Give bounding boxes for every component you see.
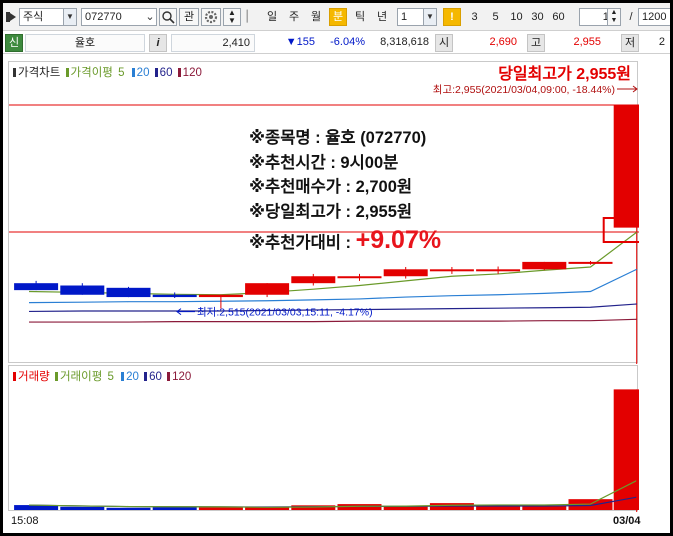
market-select-value: 주식 [23, 11, 44, 23]
volume-bar [613, 389, 639, 510]
high-price: 2,955 [573, 36, 601, 48]
candle-body [106, 287, 151, 298]
toolbar: 주식 ▼ 072770 ⌄ 관 ▲▼ ▏ 1 ▼ ! 14 ▲▼ / 1200 [3, 3, 670, 31]
reco-buy-line: ※추천매수가 : 2,700원 [249, 178, 413, 196]
updown-stepper[interactable]: ▲ ▼ [223, 8, 241, 26]
candle-body [568, 261, 613, 264]
ma120-line [29, 318, 637, 323]
max-price-annotation: 최고:2,955(2021/03/04,09:00, -18.44%) [433, 84, 615, 96]
settings-button[interactable] [201, 8, 221, 26]
interval-button-60[interactable]: 60 [549, 8, 568, 26]
current-price: 2,410 [171, 34, 255, 52]
code-value: 072770 [85, 11, 122, 23]
max-price-headline: 당일최고가 2,955원 [498, 64, 631, 83]
candle-body [245, 283, 290, 295]
period-tab-0[interactable]: 일 [263, 8, 281, 26]
reco-time-line: ※추천시간 : 9시00분 [249, 153, 399, 172]
min-price-annotation: 최저:2,515(2021/03/03,15:11, -4.17%) [197, 307, 373, 319]
reco-stock-line: ※종목명 : 율호 (072770) [249, 129, 427, 147]
time-axis-start: 15:08 [11, 515, 39, 527]
total-count-value: 1200 [642, 11, 667, 23]
interval-button-30[interactable]: 30 [528, 8, 547, 26]
volume-bar [152, 507, 197, 510]
search-button[interactable] [159, 8, 177, 26]
period-tab-2[interactable]: 월 [307, 8, 325, 26]
credit-flag: 신 [5, 34, 23, 52]
chevron-down-icon[interactable]: ▼ [423, 8, 437, 26]
count-slash: / [629, 11, 633, 23]
reco-compare-line: ※추천가대비 : +9.07% [249, 228, 441, 256]
pin-icon[interactable] [5, 9, 17, 25]
candle-body [60, 285, 105, 295]
count-stepper[interactable]: ▲ ▼ [607, 8, 621, 26]
candle-body [152, 294, 197, 298]
interval-value: 1 [401, 11, 408, 23]
trade-volume: 8,318,618 [380, 36, 429, 48]
volume-chart-pane[interactable]: 거래량 거래이평 5 20 60 120 [8, 365, 639, 512]
volume-bar [198, 507, 243, 510]
candle-body [383, 269, 428, 277]
reco-compare-label: ※추천가대비 : [249, 234, 356, 252]
reco-compare-value: +9.07% [355, 226, 442, 254]
period-tab-1[interactable]: 주 [285, 8, 303, 26]
code-dropdown-icon[interactable]: ⌄ [143, 8, 157, 26]
price-chart-pane[interactable]: 가격차트 가격이평 5 20 60 120 당일최고가 2,955원 최고:2,9… [8, 61, 639, 364]
chevron-down-icon[interactable]: ▼ [63, 8, 77, 26]
volume-bar [60, 506, 105, 510]
open-price: 2,690 [489, 36, 517, 48]
interval-button-10[interactable]: 10 [507, 8, 526, 26]
alert-toggle[interactable]: ! [443, 8, 461, 26]
candle-body [429, 269, 474, 272]
volume-bar [383, 506, 428, 510]
total-count-field: 1200 [638, 8, 670, 26]
related-button[interactable]: 관 [179, 8, 199, 26]
gear-icon [204, 10, 218, 24]
low-label: 저 [621, 34, 639, 52]
open-label: 시 [435, 34, 453, 52]
stock-name: 율호 [25, 34, 145, 52]
interval-button-5[interactable]: 5 [486, 8, 505, 26]
ma20-line [28, 268, 637, 304]
reco-high-line: ※당일최고가 : 2,955원 [249, 202, 413, 221]
candle-body [291, 276, 336, 284]
period-tab-5[interactable]: 년 [373, 8, 391, 26]
candle-body [337, 276, 382, 279]
quote-bar: 신 율호 i 2,410 ▼155 -6.04% 8,318,618 시 2,6… [3, 32, 670, 54]
volume-ma5-line [28, 480, 637, 508]
search-icon [162, 11, 175, 24]
period-tab-4[interactable]: 틱 [351, 8, 369, 26]
change-rate: -6.04% [330, 36, 365, 48]
low-price: 2 [658, 36, 665, 48]
candle-body [613, 104, 639, 228]
related-button-label: 관 [183, 11, 195, 23]
info-icon[interactable]: i [149, 34, 167, 52]
volume-bar [106, 507, 151, 510]
candle-body [476, 269, 521, 272]
candle-body [14, 283, 59, 291]
high-label: 고 [527, 34, 545, 52]
period-tab-3[interactable]: 분 [329, 8, 347, 26]
chart-window: 주식 ▼ 072770 ⌄ 관 ▲▼ ▏ 1 ▼ ! 14 ▲▼ / 1200 [3, 3, 670, 533]
candle-body [198, 294, 243, 298]
interval-button-3[interactable]: 3 [465, 8, 484, 26]
time-axis-end: 03/04 [613, 515, 641, 527]
separator-icon: ▏ [246, 11, 256, 23]
volume-plot [14, 389, 639, 512]
candle-body [522, 261, 567, 270]
recommendation-box: ※종목명 : 율호 (072770) ※추천시간 : 9시00분 ※추천매수가 … [249, 126, 441, 256]
